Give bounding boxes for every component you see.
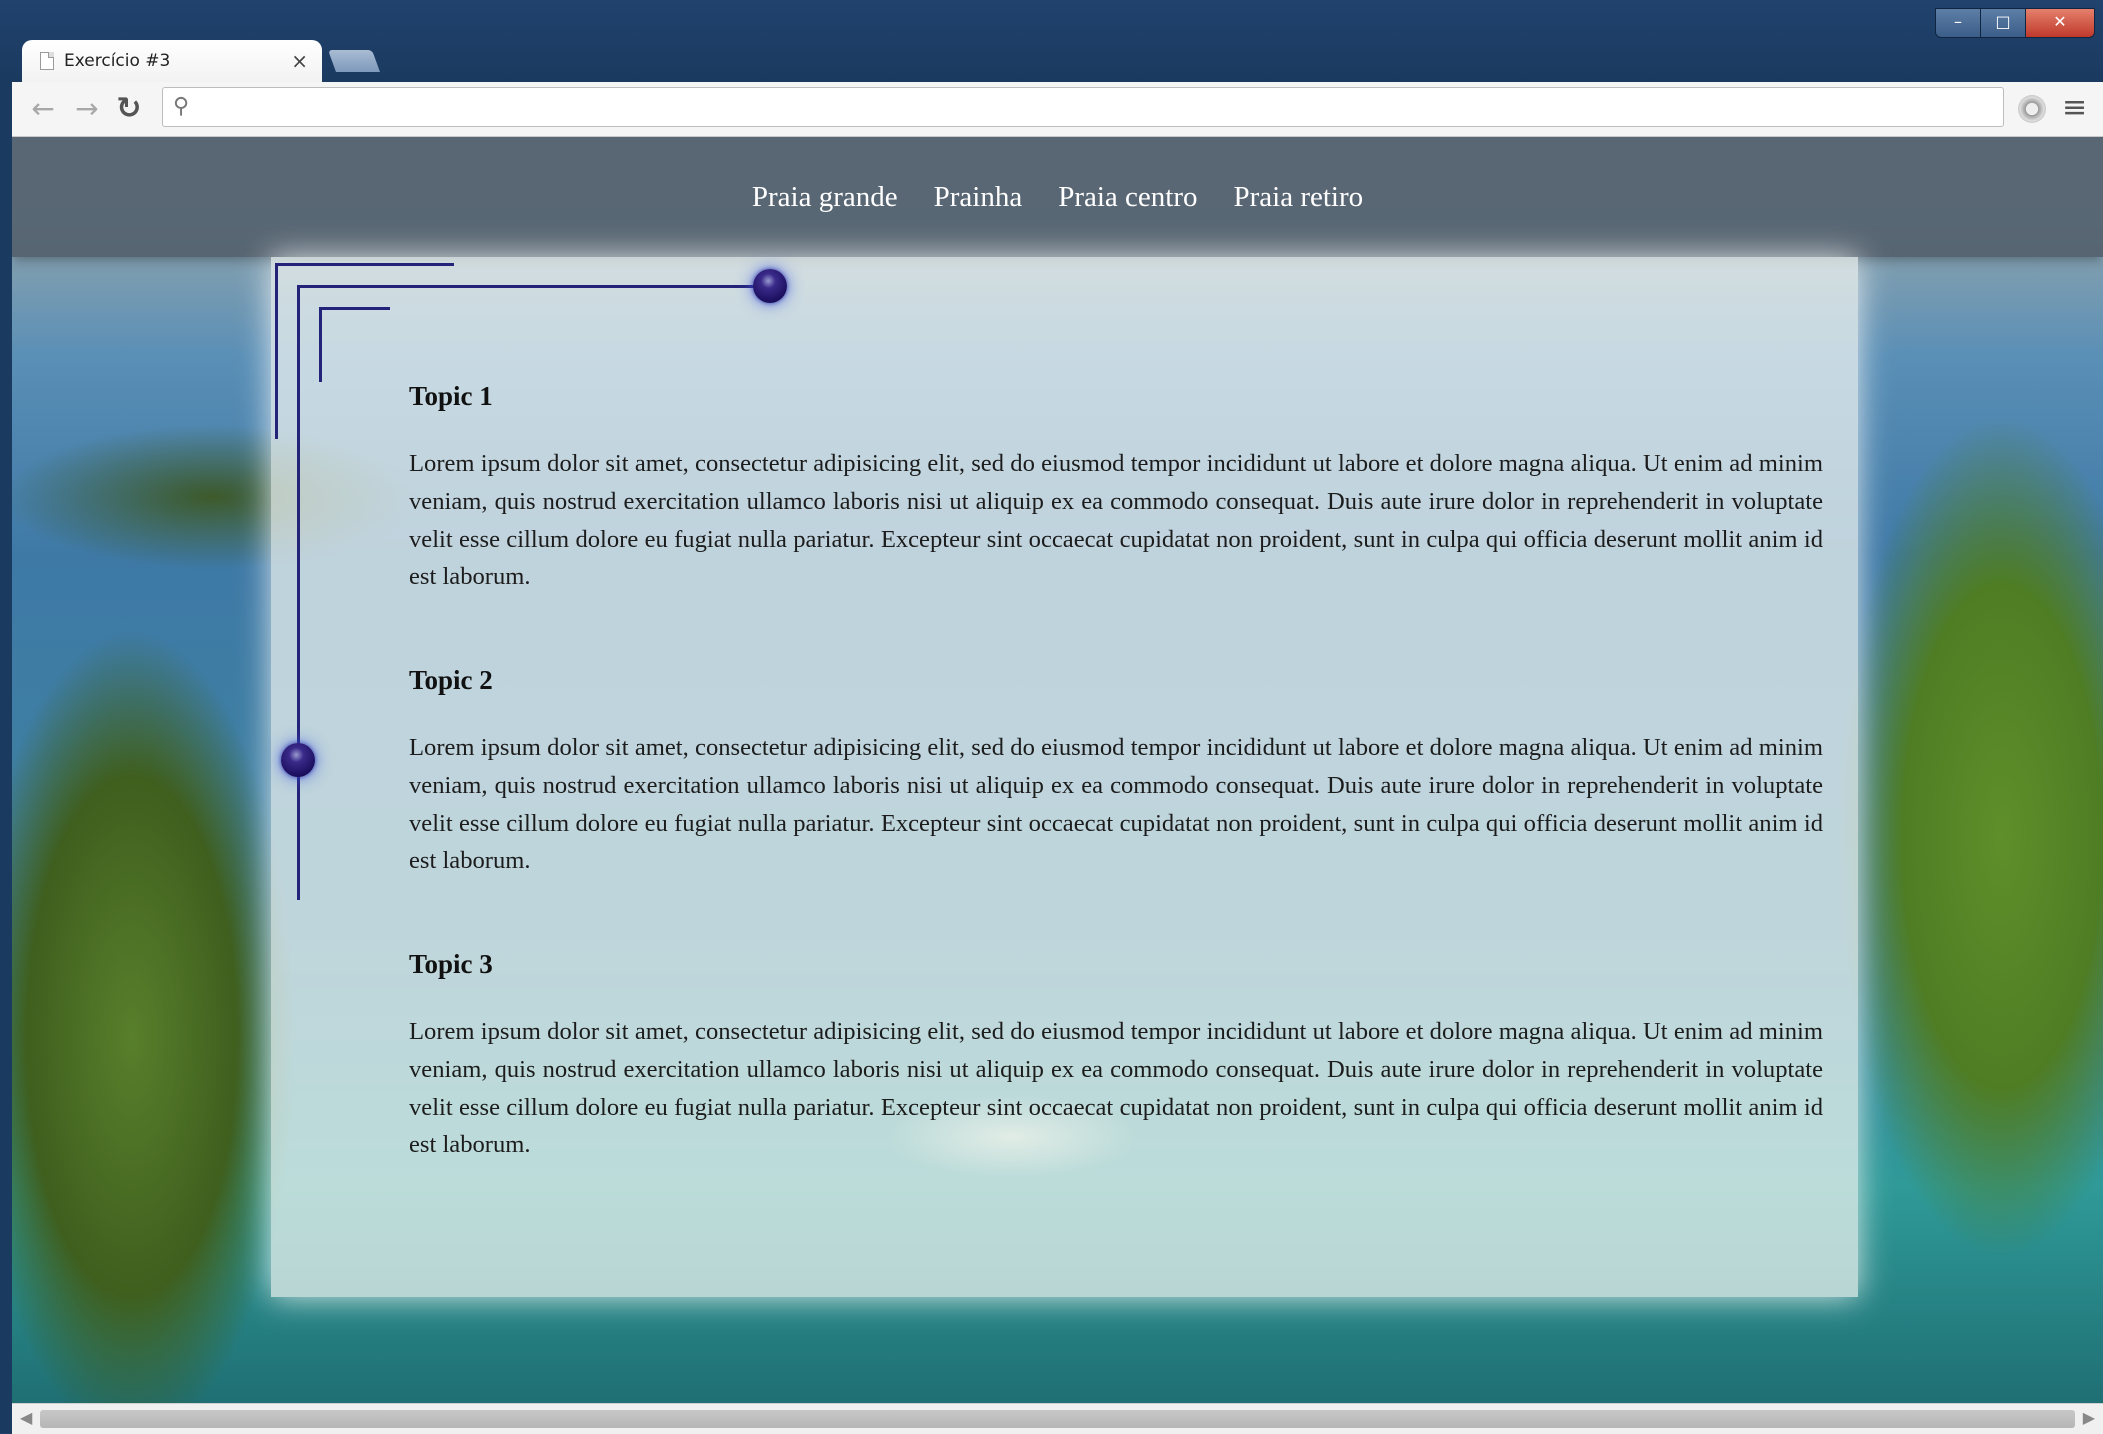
topic-3-heading: Topic 3 bbox=[409, 949, 493, 979]
decorative-line bbox=[319, 307, 390, 310]
decorative-line bbox=[275, 263, 454, 266]
site-navbar: Praia grande Prainha Praia centro Praia … bbox=[12, 137, 2103, 257]
topic-2-body: Lorem ipsum dolor sit amet, consectetur … bbox=[409, 734, 1823, 875]
minimize-button[interactable]: – bbox=[1935, 8, 1981, 38]
topic-3-body: Lorem ipsum dolor sit amet, consectetur … bbox=[409, 1018, 1823, 1159]
nav-link-praia-retiro[interactable]: Praia retiro bbox=[1234, 181, 1364, 214]
extension-icon[interactable] bbox=[2018, 95, 2046, 123]
search-icon: ⚲ bbox=[173, 94, 190, 119]
decorative-orb bbox=[753, 269, 787, 303]
reload-icon[interactable]: ↻ bbox=[112, 92, 146, 126]
decorative-line bbox=[297, 285, 300, 900]
scrollbar-thumb[interactable] bbox=[40, 1410, 2075, 1428]
topic-1-heading: Topic 1 bbox=[409, 381, 493, 411]
address-bar[interactable]: ⚲ bbox=[162, 87, 2004, 127]
topic-2-heading: Topic 2 bbox=[409, 665, 493, 695]
nav-link-praia-grande[interactable]: Praia grande bbox=[752, 181, 898, 214]
close-window-button[interactable]: ✕ bbox=[2025, 8, 2095, 38]
browser-tab[interactable]: Exercício #3 × bbox=[22, 40, 322, 82]
decorative-line bbox=[275, 263, 278, 439]
menu-icon[interactable]: ≡ bbox=[2062, 90, 2087, 125]
browser-toolbar: ← → ↻ ⚲ ≡ bbox=[12, 82, 2103, 137]
decorative-orb bbox=[281, 743, 315, 777]
page-viewport: Praia grande Prainha Praia centro Praia … bbox=[12, 137, 2103, 1403]
nav-link-prainha[interactable]: Prainha bbox=[934, 181, 1023, 214]
new-tab-button[interactable] bbox=[327, 50, 381, 72]
scroll-left-icon[interactable]: ◀ bbox=[20, 1408, 32, 1427]
nav-link-praia-centro[interactable]: Praia centro bbox=[1058, 181, 1197, 214]
decorative-line bbox=[297, 285, 764, 288]
horizontal-scrollbar[interactable]: ◀ ▶ bbox=[12, 1403, 2103, 1434]
tab-title: Exercício #3 bbox=[64, 51, 171, 71]
window-controls: – □ ✕ bbox=[1935, 8, 2095, 38]
maximize-button[interactable]: □ bbox=[1980, 8, 2026, 38]
forward-icon[interactable]: → bbox=[70, 92, 104, 126]
document-icon bbox=[40, 52, 54, 70]
scroll-right-icon[interactable]: ▶ bbox=[2083, 1408, 2095, 1427]
decorative-line bbox=[319, 307, 322, 382]
back-icon[interactable]: ← bbox=[26, 92, 60, 126]
browser-window: – □ ✕ Exercício #3 × ← → ↻ ⚲ ≡ Praia gra… bbox=[0, 0, 2103, 1434]
tab-close-icon[interactable]: × bbox=[291, 49, 308, 73]
address-input[interactable] bbox=[207, 93, 1991, 123]
topic-1-body: Lorem ipsum dolor sit amet, consectetur … bbox=[409, 450, 1823, 591]
